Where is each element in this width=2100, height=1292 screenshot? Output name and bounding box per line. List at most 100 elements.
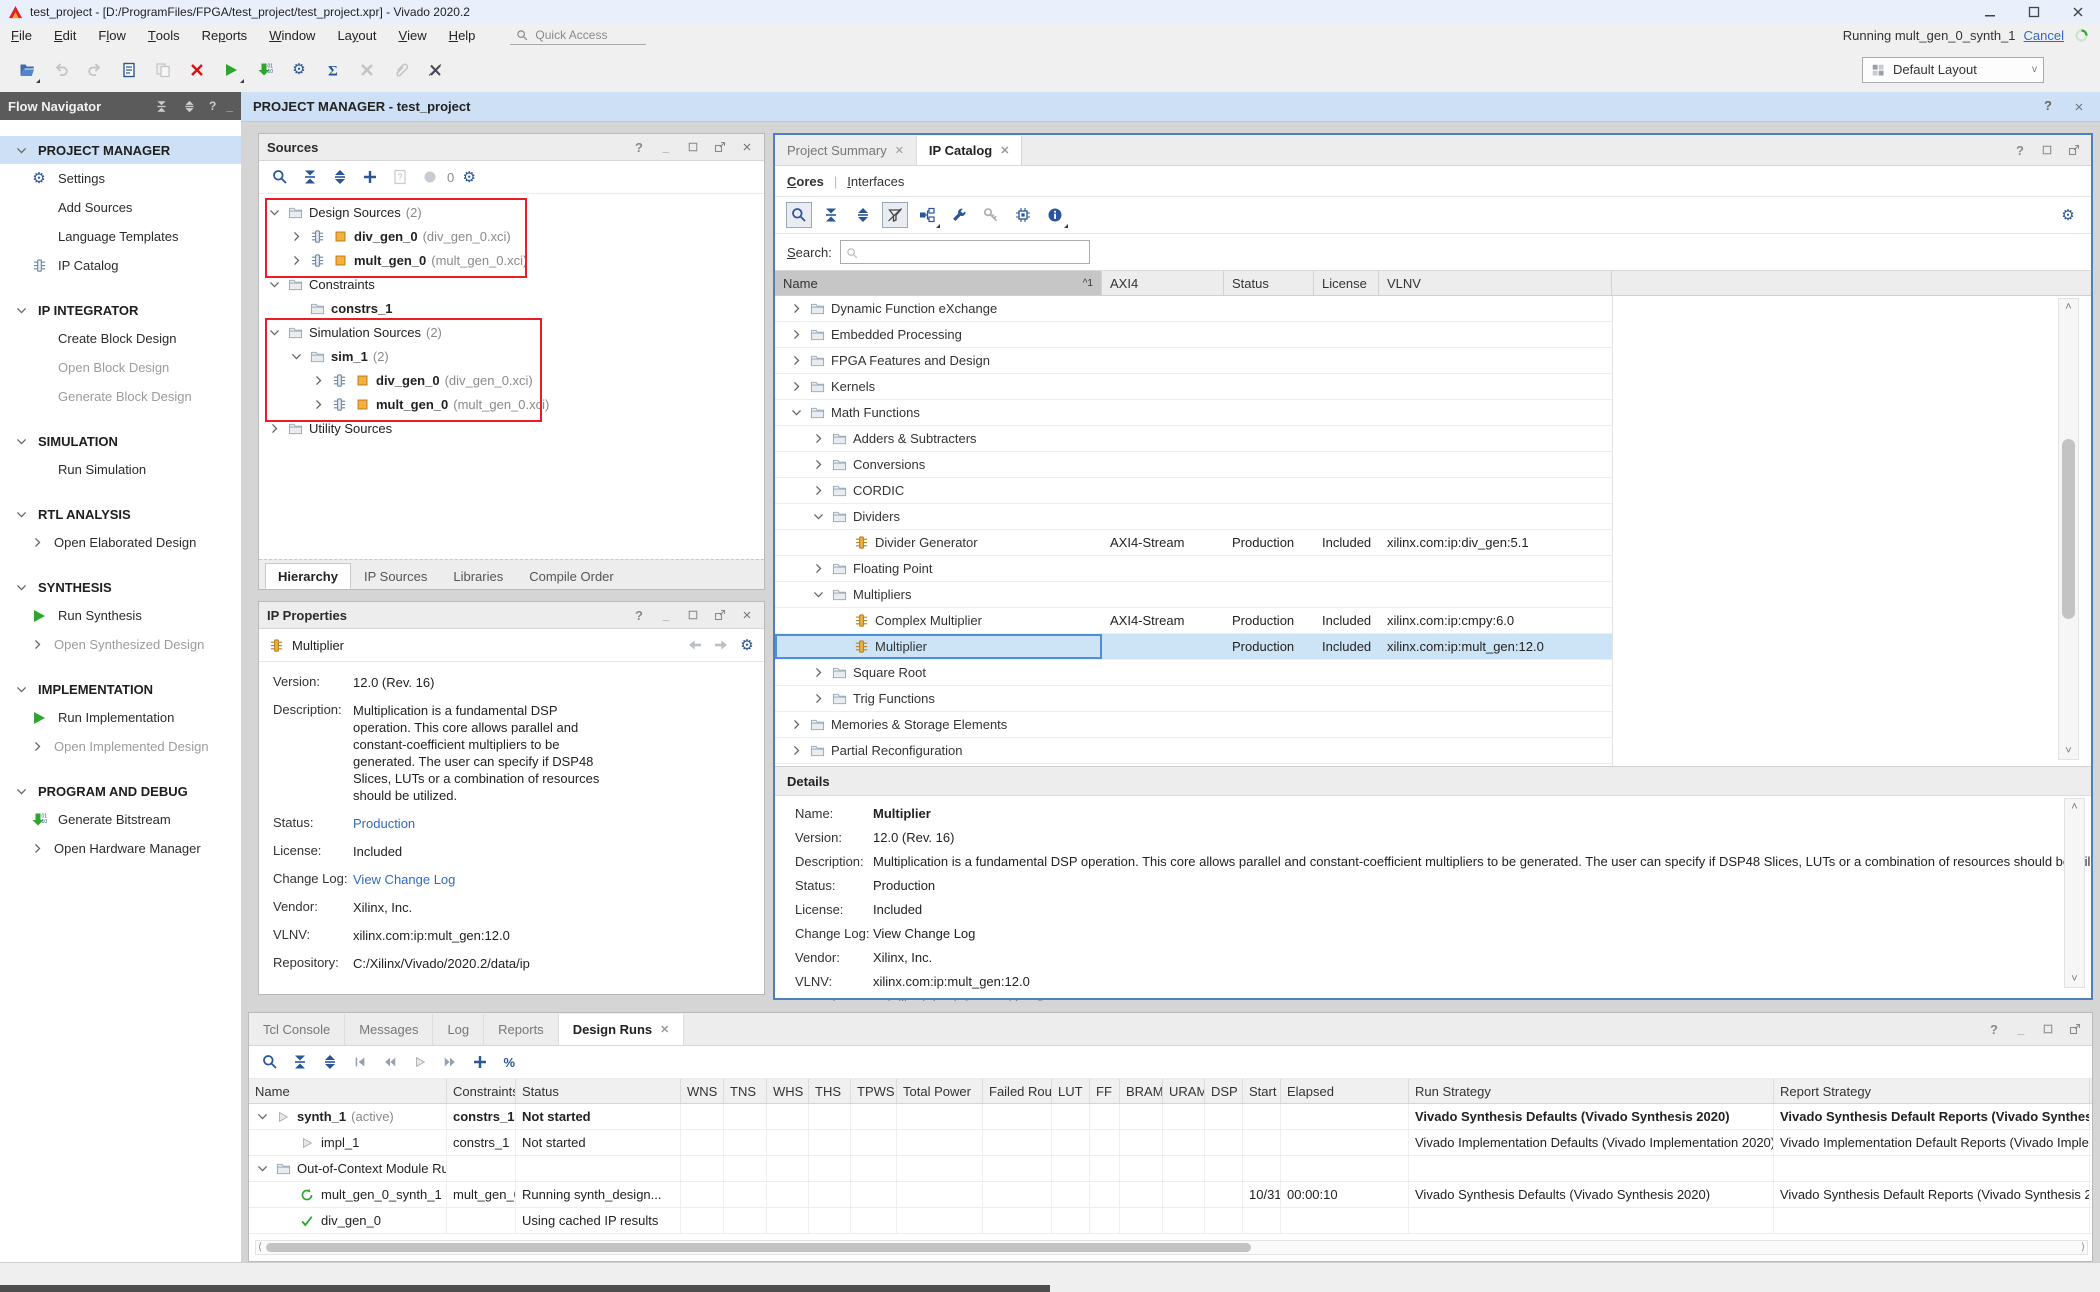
tree-row[interactable]: Simulation Sources (2) [259, 320, 764, 344]
tab-design-runs[interactable]: Design Runs✕ [559, 1014, 685, 1045]
collapse-all-button[interactable] [818, 202, 844, 228]
chevron-right-icon[interactable] [267, 421, 281, 435]
tab-tcl-console[interactable]: Tcl Console [249, 1014, 345, 1045]
gear-icon[interactable]: ⚙ [457, 165, 481, 189]
menu-edit[interactable]: Edit [43, 24, 87, 47]
chevron-down-icon[interactable] [255, 1162, 269, 1176]
minimize-panel-icon[interactable]: _ [657, 138, 675, 156]
minimize-panel-icon[interactable]: _ [657, 606, 675, 624]
column-header-status[interactable]: Status [1224, 271, 1314, 295]
search-button[interactable] [268, 165, 292, 189]
gear-icon[interactable]: ⚙ [2059, 206, 2077, 224]
flow-section-ip-integrator[interactable]: IP INTEGRATOR [0, 296, 241, 324]
help-icon[interactable]: ? [630, 138, 648, 156]
tree-row[interactable]: mult_gen_0 (mult_gen_0.xci) [259, 392, 764, 416]
help-icon[interactable]: ? [2044, 98, 2052, 116]
create-run-button[interactable] [468, 1050, 492, 1074]
chevron-right-icon[interactable] [311, 397, 325, 411]
menu-file[interactable]: File [0, 24, 43, 47]
column-header-uram[interactable]: URAM [1163, 1079, 1205, 1103]
subtab-interfaces[interactable]: Interfaces [847, 174, 904, 189]
tab-log[interactable]: Log [433, 1014, 484, 1045]
catalog-row[interactable]: FPGA Features and Design [775, 348, 1612, 374]
chevron-down-icon[interactable] [267, 205, 281, 219]
menu-help[interactable]: Help [438, 24, 487, 47]
column-header-license[interactable]: License [1314, 271, 1379, 295]
flow-item-run-simulation[interactable]: Run Simulation [0, 455, 241, 484]
design-run-row[interactable]: Out-of-Context Module Runs [249, 1156, 2092, 1182]
chevron-right-icon[interactable] [30, 638, 44, 652]
chevron-down-icon[interactable] [14, 507, 28, 521]
column-header-ff[interactable]: FF [1090, 1079, 1120, 1103]
column-header-name[interactable]: Name^1 [775, 271, 1102, 295]
column-header-status[interactable]: Status [516, 1079, 681, 1103]
chevron-right-icon[interactable] [30, 740, 44, 754]
flow-item-open-hardware-manager[interactable]: Open Hardware Manager [0, 834, 241, 863]
column-header-name[interactable]: Name [249, 1079, 447, 1103]
catalog-row[interactable]: Embedded Processing [775, 322, 1612, 348]
expand-all-icon[interactable] [181, 97, 199, 115]
chevron-right-icon[interactable] [811, 692, 825, 706]
column-header-dsp[interactable]: DSP [1205, 1079, 1243, 1103]
help-icon[interactable]: ? [630, 606, 648, 624]
chevron-right-icon[interactable] [811, 432, 825, 446]
flow-item-open-elaborated-design[interactable]: Open Elaborated Design [0, 528, 241, 557]
minimize-panel-icon[interactable]: _ [2012, 1020, 2030, 1038]
chevron-down-icon[interactable] [14, 303, 28, 317]
catalog-row[interactable]: Memories & Storage Elements [775, 712, 1612, 738]
flow-item-create-block-design[interactable]: Create Block Design [0, 324, 241, 353]
cancel-run-button[interactable] [354, 57, 380, 83]
abort-button[interactable] [184, 57, 210, 83]
chevron-right-icon[interactable] [811, 562, 825, 576]
cancel-run-link[interactable]: Cancel [2024, 28, 2064, 43]
chevron-right-icon[interactable] [279, 1136, 293, 1150]
column-header-lut[interactable]: LUT [1052, 1079, 1090, 1103]
column-header-axi4[interactable]: AXI4 [1102, 271, 1224, 295]
gear-icon[interactable]: ⚙ [738, 636, 756, 654]
tab-ip-catalog[interactable]: IP Catalog✕ [917, 136, 1023, 165]
scrollbar-thumb[interactable] [266, 1243, 1251, 1252]
chevron-right-icon[interactable] [789, 328, 803, 342]
chevron-down-icon[interactable] [267, 325, 281, 339]
close-tab-icon[interactable]: ✕ [895, 144, 904, 157]
catalog-row[interactable]: Adders & Subtracters [775, 426, 1612, 452]
tree-row[interactable]: div_gen_0 (div_gen_0.xci) [259, 368, 764, 392]
maximize-panel-icon[interactable] [2039, 1020, 2057, 1038]
search-button[interactable] [258, 1050, 282, 1074]
help-icon[interactable]: ? [1985, 1020, 2003, 1038]
scrollbar-thumb[interactable] [2062, 439, 2075, 619]
catalog-row[interactable]: Dynamic Function eXchange [775, 296, 1612, 322]
add-repository-button[interactable] [1010, 202, 1036, 228]
quick-access-search[interactable]: Quick Access [510, 26, 646, 45]
undo-button[interactable] [48, 57, 74, 83]
float-panel-icon[interactable] [2066, 1020, 2084, 1038]
flow-item-run-synthesis[interactable]: Run Synthesis [0, 601, 241, 630]
chevron-right-icon[interactable] [279, 1188, 293, 1202]
layout-selector[interactable]: Default Layout v [1862, 57, 2044, 83]
close-tab-icon[interactable]: ✕ [660, 1023, 669, 1036]
chevron-down-icon[interactable] [14, 143, 28, 157]
menu-tools[interactable]: Tools [137, 24, 191, 47]
scroll-down-icon[interactable]: ˅ [2065, 972, 2084, 986]
catalog-row[interactable]: Complex MultiplierAXI4-StreamProductionI… [775, 608, 1612, 634]
tree-row[interactable]: constrs_1 [259, 296, 764, 320]
float-panel-icon[interactable] [2065, 141, 2083, 159]
back-arrow-icon[interactable] [686, 636, 704, 654]
catalog-row[interactable]: Dividers [775, 504, 1612, 530]
collapse-all-icon[interactable] [153, 97, 171, 115]
chevron-right-icon[interactable] [811, 666, 825, 680]
details-vertical-scrollbar[interactable]: ˄ ˅ [2064, 798, 2085, 988]
chevron-down-icon[interactable] [811, 510, 825, 524]
chevron-down-icon[interactable] [14, 784, 28, 798]
collapse-all-button[interactable] [298, 165, 322, 189]
chevron-right-icon[interactable] [789, 718, 803, 732]
column-header-bram[interactable]: BRAM [1120, 1079, 1163, 1103]
chevron-right-icon[interactable] [279, 1214, 293, 1228]
tab-messages[interactable]: Messages [345, 1014, 433, 1045]
redo-button[interactable] [82, 57, 108, 83]
tab-libraries[interactable]: Libraries [440, 563, 516, 589]
flow-item-settings[interactable]: ⚙Settings [0, 164, 241, 193]
design-run-row[interactable]: impl_1constrs_1Not startedVivado Impleme… [249, 1130, 2092, 1156]
column-header-tns[interactable]: TNS [724, 1079, 767, 1103]
column-header-run-strategy[interactable]: Run Strategy [1409, 1079, 1774, 1103]
